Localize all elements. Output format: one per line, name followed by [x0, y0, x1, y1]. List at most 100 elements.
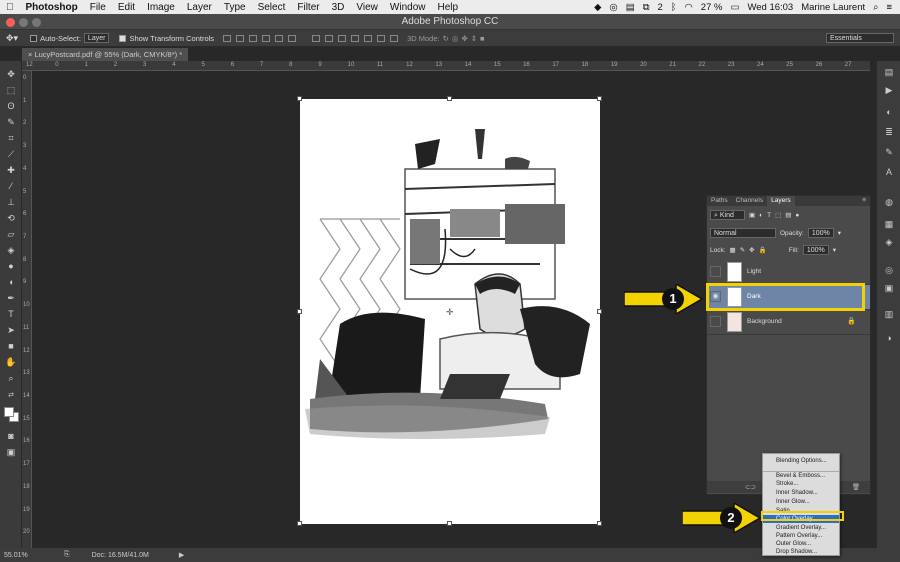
dropbox-icon[interactable]: ◆ [594, 2, 601, 13]
filter-kind-dropdown[interactable]: ⌕ Kind [710, 210, 745, 220]
brush-panel-icon[interactable]: ✎ [883, 147, 895, 157]
zoom-level[interactable]: 55.01% [4, 552, 34, 559]
document-tab[interactable]: × LucyPostcard.pdf @ 55% (Dark, CMYK/8*)… [22, 48, 188, 61]
dodge-tool-icon[interactable]: ◖ [5, 277, 17, 287]
show-transform-checkbox[interactable] [119, 34, 127, 42]
transform-handle-bottom-left[interactable] [297, 521, 302, 526]
share-icon[interactable]: ⎘ [64, 551, 70, 559]
menu-item-pattern-overlay[interactable]: Pattern Overlay... [763, 532, 839, 540]
menu-layer[interactable]: Layer [181, 2, 218, 13]
align-bottom-icon[interactable] [249, 34, 258, 42]
align-top-icon[interactable] [223, 34, 232, 42]
foreground-color-swatch[interactable] [4, 407, 14, 417]
lock-all-icon[interactable]: 🔒 [759, 246, 767, 254]
distribute-vcenter-icon[interactable] [325, 34, 334, 42]
paint-bucket-tool-icon[interactable]: ◈ [5, 245, 17, 255]
move-tool-icon[interactable]: ✥ [5, 69, 17, 79]
layer-row-background[interactable]: Background 🔒 [707, 310, 870, 335]
auto-align-icon[interactable] [390, 34, 399, 42]
move-tool-preset-icon[interactable]: ✥▾ [6, 33, 18, 44]
menu-view[interactable]: View [350, 2, 384, 13]
opacity-input[interactable]: 100% [807, 228, 834, 238]
3d-rotate-icon[interactable]: ↻ [443, 34, 449, 43]
menu-edit[interactable]: Edit [112, 2, 141, 13]
fill-input[interactable]: 100% [802, 245, 829, 255]
distribute-right-icon[interactable] [377, 34, 386, 42]
history-panel-icon[interactable]: ▤ [883, 67, 895, 77]
3d-slide-icon[interactable]: ⇕ [471, 34, 477, 43]
menu-item-inner-shadow[interactable]: Inner Shadow... [763, 489, 839, 497]
filter-adjustment-icon[interactable]: ◐ [759, 212, 763, 219]
auto-select-checkbox[interactable] [30, 34, 38, 42]
swap-colors-icon[interactable]: ⇄ [5, 391, 17, 401]
opacity-slider-icon[interactable]: ▾ [838, 229, 841, 237]
actions-panel-icon[interactable]: ▶ [883, 85, 895, 95]
menu-select[interactable]: Select [252, 2, 292, 13]
transform-handle-left[interactable] [297, 309, 302, 314]
menu-item-outer-glow[interactable]: Outer Glow... [763, 540, 839, 548]
tab-paths[interactable]: Paths [707, 196, 732, 206]
distribute-bottom-icon[interactable] [338, 34, 347, 42]
eraser-tool-icon[interactable]: ▱ [5, 229, 17, 239]
menu-window[interactable]: Window [384, 2, 432, 13]
document-canvas[interactable]: ✛ [297, 96, 602, 526]
lock-position-icon[interactable]: ✥ [749, 246, 754, 254]
horizontal-ruler[interactable]: 12 0 1 2 3 4 5 6 7 8 9 10 11 12 13 14 15 16 17 18 19 20 21 22 23… [22, 61, 870, 71]
3d-roll-icon[interactable]: ◎ [452, 34, 459, 43]
3d-scale-icon[interactable]: ■ [480, 34, 485, 43]
menu-help[interactable]: Help [431, 2, 464, 13]
align-vcenter-icon[interactable] [236, 34, 245, 42]
3d-drag-icon[interactable]: ✥ [461, 34, 467, 43]
zoom-tool-icon[interactable]: ⌕ [5, 373, 17, 383]
adjustments-panel-icon[interactable]: ◐ [883, 107, 895, 117]
distribute-left-icon[interactable] [351, 34, 360, 42]
display-icon[interactable]: ⧉ [643, 2, 650, 13]
libraries-panel-icon[interactable]: ▥ [883, 309, 895, 319]
battery-icon[interactable]: ▭ [730, 2, 739, 13]
lasso-tool-icon[interactable]: ʘ [5, 101, 17, 111]
clone-stamp-tool-icon[interactable]: ⊥ [5, 197, 17, 207]
marquee-tool-icon[interactable]: ⬚ [5, 85, 17, 95]
tab-layers[interactable]: Layers [767, 196, 795, 206]
menu-image[interactable]: Image [141, 2, 181, 13]
filter-toggle-icon[interactable]: ● [795, 212, 799, 219]
transform-handle-bottom[interactable] [447, 521, 452, 526]
user-name[interactable]: Marine Laurent [801, 2, 865, 13]
link-layers-icon[interactable]: ⊂⊃ [745, 483, 756, 491]
paths-panel-icon[interactable]: ▣ [883, 283, 895, 293]
transform-handle-right[interactable] [597, 309, 602, 314]
eyedropper-tool-icon[interactable]: ⟋ [5, 149, 17, 159]
transform-handle-top-right[interactable] [597, 96, 602, 101]
menu-file[interactable]: File [84, 2, 112, 13]
menu-type[interactable]: Type [218, 2, 252, 13]
align-left-icon[interactable] [262, 34, 271, 42]
layers-panel-icon[interactable]: ◈ [883, 237, 895, 247]
shape-tool-icon[interactable]: ■ [5, 341, 17, 351]
wifi-icon[interactable]: ◠ [685, 2, 693, 13]
quick-mask-icon[interactable]: ◙ [5, 431, 17, 441]
distribute-top-icon[interactable] [312, 34, 321, 42]
blur-tool-icon[interactable]: ● [5, 261, 17, 271]
filter-pixel-icon[interactable]: ▣ [749, 211, 755, 219]
notes-icon[interactable]: ▤ [626, 2, 635, 13]
menu-filter[interactable]: Filter [291, 2, 325, 13]
fill-slider-icon[interactable]: ▾ [833, 246, 836, 254]
lock-pixels-icon[interactable]: ✎ [740, 246, 745, 254]
bluetooth-icon[interactable]: ᛒ [671, 2, 677, 13]
transform-center-icon[interactable]: ✛ [446, 307, 454, 318]
filter-smart-object-icon[interactable]: ▤ [785, 211, 791, 219]
transform-handle-bottom-right[interactable] [597, 521, 602, 526]
visibility-toggle[interactable] [710, 266, 721, 277]
path-selection-tool-icon[interactable]: ➤ [5, 325, 17, 335]
cc-icon[interactable]: ◎ [609, 2, 617, 13]
transform-handle-top[interactable] [447, 96, 452, 101]
menu-item-inner-glow[interactable]: Inner Glow... [763, 498, 839, 506]
delete-layer-icon[interactable]: 🗑 [852, 483, 860, 491]
apple-menu-icon[interactable]:  [0, 2, 20, 13]
color-panel-icon[interactable]: ◍ [883, 197, 895, 207]
menu-3d[interactable]: 3D [326, 2, 351, 13]
type-tool-icon[interactable]: T [5, 309, 17, 319]
panel-menu-icon[interactable]: ≡ [858, 196, 870, 206]
menu-item-drop-shadow[interactable]: Drop Shadow... [763, 548, 839, 556]
clock[interactable]: Wed 16:03 [747, 2, 793, 13]
